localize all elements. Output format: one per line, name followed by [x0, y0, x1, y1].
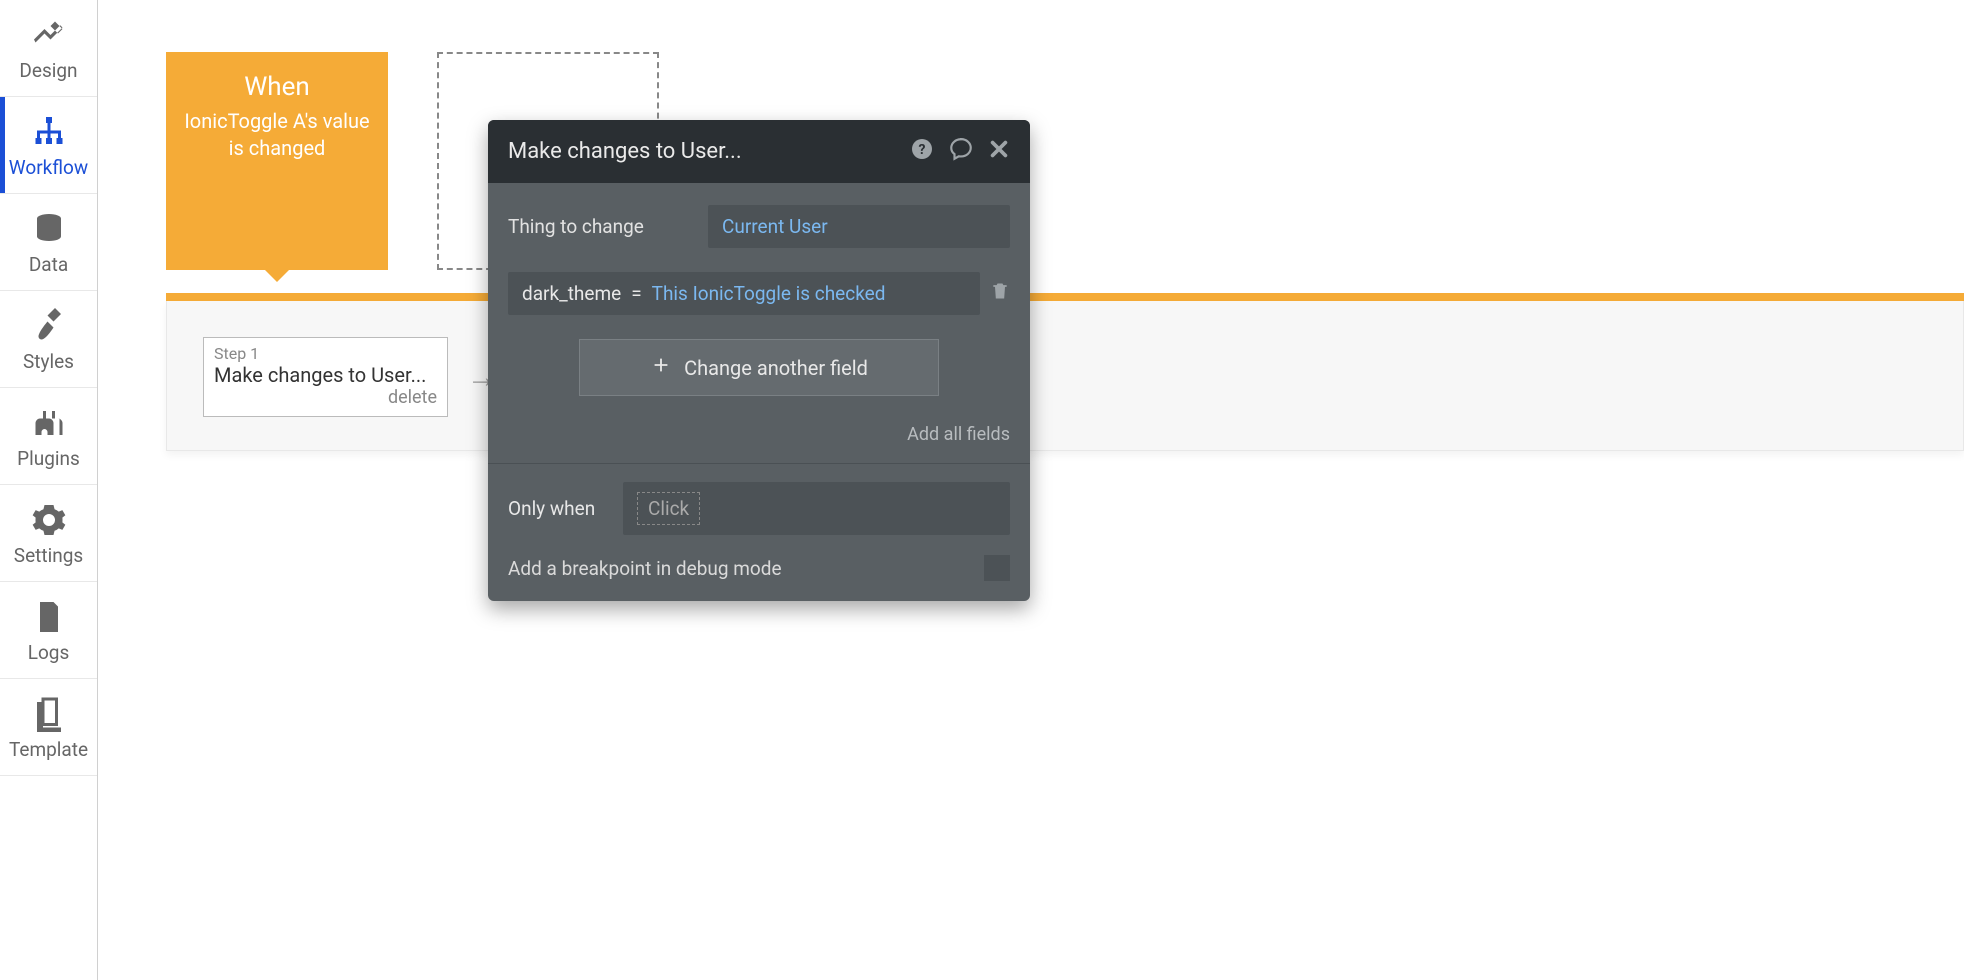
- only-when-placeholder: Click: [637, 492, 700, 525]
- sidebar-item-settings[interactable]: Settings: [0, 485, 97, 582]
- thing-to-change-row: Thing to change Current User: [508, 205, 1010, 248]
- template-icon: [29, 694, 69, 734]
- breakpoint-row: Add a breakpoint in debug mode: [508, 555, 1010, 581]
- field-name: dark_theme: [522, 282, 621, 305]
- settings-icon: [29, 500, 69, 540]
- sidebar-item-plugins[interactable]: Plugins: [0, 388, 97, 485]
- thing-to-change-label: Thing to change: [508, 215, 708, 238]
- step-delete-link[interactable]: delete: [214, 387, 437, 408]
- sidebar-item-label: Styles: [23, 350, 74, 373]
- sidebar-item-design[interactable]: Design: [0, 0, 97, 97]
- field-expression-row: dark_theme = This IonicToggle is checked: [508, 272, 1010, 315]
- workflow-icon: [29, 112, 69, 152]
- sidebar-item-data[interactable]: Data: [0, 194, 97, 291]
- change-another-field-label: Change another field: [684, 356, 868, 380]
- sidebar-item-logs[interactable]: Logs: [0, 582, 97, 679]
- plugins-icon: [29, 403, 69, 443]
- sidebar-item-label: Design: [19, 59, 77, 82]
- workflow-canvas: When IonicToggle A's value is changed Cl…: [98, 0, 1964, 980]
- sidebar-item-label: Data: [29, 253, 68, 276]
- thing-to-change-input[interactable]: Current User: [708, 205, 1010, 248]
- sidebar-item-workflow[interactable]: Workflow: [0, 97, 97, 194]
- step-title: Make changes to User...: [214, 363, 437, 387]
- field-expression-input[interactable]: dark_theme = This IonicToggle is checked: [508, 272, 980, 315]
- property-panel: Make changes to User... ? Thing to chang…: [488, 120, 1030, 601]
- steps-area: Step 1 Make changes to User... delete →: [166, 301, 1964, 451]
- data-icon: [29, 209, 69, 249]
- styles-icon: [29, 306, 69, 346]
- step-number: Step 1: [214, 344, 437, 363]
- event-when-label: When: [244, 72, 310, 102]
- plus-icon: [650, 354, 672, 381]
- step-card[interactable]: Step 1 Make changes to User... delete: [203, 337, 448, 417]
- panel-actions: ?: [910, 136, 1010, 167]
- panel-body: Thing to change Current User dark_theme …: [488, 183, 1030, 424]
- help-icon[interactable]: ?: [910, 137, 934, 166]
- sidebar-item-styles[interactable]: Styles: [0, 291, 97, 388]
- panel-title: Make changes to User...: [508, 139, 742, 164]
- event-detail: IonicToggle A's value is changed: [166, 108, 388, 162]
- only-when-input[interactable]: Click: [623, 482, 1010, 535]
- field-value: This IonicToggle is checked: [652, 282, 886, 305]
- sidebar-item-label: Settings: [14, 544, 83, 567]
- sidebar-item-template[interactable]: Template: [0, 679, 97, 776]
- sidebar-item-label: Workflow: [9, 156, 88, 179]
- close-icon[interactable]: [988, 138, 1010, 165]
- sidebar-item-label: Logs: [28, 641, 70, 664]
- design-icon: [29, 15, 69, 55]
- sidebar-item-label: Plugins: [17, 447, 80, 470]
- only-when-label: Only when: [508, 497, 623, 520]
- comment-icon[interactable]: [948, 136, 974, 167]
- change-another-field-button[interactable]: Change another field: [579, 339, 939, 396]
- breakpoint-checkbox[interactable]: [984, 555, 1010, 581]
- trash-icon[interactable]: [990, 281, 1010, 306]
- logs-icon: [29, 597, 69, 637]
- panel-header[interactable]: Make changes to User... ?: [488, 120, 1030, 183]
- field-equals: =: [631, 282, 641, 305]
- breakpoint-label: Add a breakpoint in debug mode: [508, 557, 782, 580]
- panel-footer: Only when Click Add a breakpoint in debu…: [488, 464, 1030, 601]
- sidebar: Design Workflow Data Styles Plugins Sett…: [0, 0, 98, 980]
- only-when-row: Only when Click: [508, 482, 1010, 535]
- event-divider-bar: [166, 293, 1964, 301]
- add-all-fields-link[interactable]: Add all fields: [488, 424, 1030, 463]
- svg-text:?: ?: [919, 142, 926, 158]
- sidebar-item-label: Template: [9, 738, 88, 761]
- event-block[interactable]: When IonicToggle A's value is changed: [166, 52, 388, 270]
